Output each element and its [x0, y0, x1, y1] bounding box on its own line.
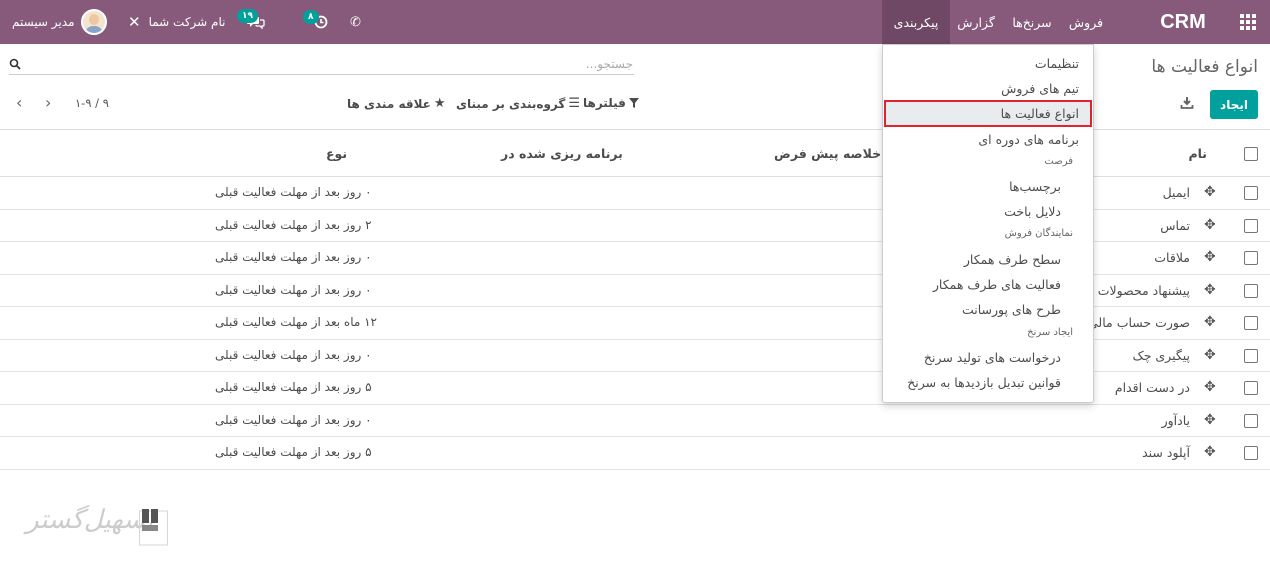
favorites-label: علاقه مندی ها: [347, 96, 431, 111]
row-name: صورت حساب مالی: [1087, 315, 1190, 330]
row-planned-delay: ۰ روز بعد از مهلت فعالیت قبلی: [215, 250, 372, 264]
menu-item-activity-types[interactable]: انواع فعالیت ها: [1001, 106, 1079, 121]
column-header-name[interactable]: نام: [1188, 146, 1207, 161]
menu-header-opportunity: فرصت: [1044, 156, 1073, 167]
configuration-dropdown: تنظیمات تیم های فروش انواع فعالیت ها برن…: [882, 44, 1094, 403]
menu-item-settings[interactable]: تنظیمات: [1035, 56, 1079, 71]
row-name: آپلود سند: [1142, 445, 1190, 460]
row-name: تماس: [1160, 217, 1190, 233]
row-planned-delay: ۰ روز بعد از مهلت فعالیت قبلی: [215, 185, 372, 199]
row-name: پیشنهاد محصولات ج: [1085, 282, 1190, 298]
search-box: [9, 53, 634, 75]
create-button[interactable]: ایجاد: [1210, 90, 1258, 119]
menu-item-visitor-to-lead-rules[interactable]: قوانین تبدیل بازدیدها به سرنخ: [907, 375, 1061, 390]
row-planned-delay: ۱۲ ماه بعد از مهلت فعالیت قبلی: [215, 315, 377, 329]
drag-handle-icon[interactable]: ✥: [1204, 314, 1216, 330]
search-icon[interactable]: [9, 58, 21, 70]
row-name: یادآور: [1161, 412, 1190, 428]
row-planned-delay: ۰ روز بعد از مهلت فعالیت قبلی: [215, 282, 372, 297]
chevron-right-icon[interactable]: ›: [45, 93, 51, 112]
select-all-checkbox[interactable]: [1244, 147, 1258, 161]
row-checkbox[interactable]: [1244, 446, 1258, 460]
groupby-label: گروه‌بندی بر مبنای: [456, 96, 566, 111]
row-name: ایمیل: [1162, 185, 1190, 200]
menu-item-recurring-plans[interactable]: برنامه های دوره ای: [978, 132, 1079, 147]
row-planned-delay: ۰ روز بعد از مهلت فعالیت قبلی: [215, 347, 372, 362]
menu-item-lost-reasons[interactable]: دلایل باخت: [1004, 204, 1061, 219]
star-icon: ★: [433, 96, 446, 111]
menu-item-tags[interactable]: برچسب‌ها: [1009, 179, 1061, 194]
row-checkbox[interactable]: [1244, 348, 1258, 363]
table-row[interactable]: ✥ یادآور ۰ روز بعد از مهلت فعالیت قبلی: [0, 405, 1270, 437]
drag-handle-icon[interactable]: ✥: [1204, 412, 1216, 428]
row-checkbox[interactable]: [1244, 218, 1258, 233]
messages-badge: ۱۹: [237, 9, 258, 23]
filters-label: فیلترها: [583, 96, 626, 110]
drag-handle-icon[interactable]: ✥: [1204, 282, 1216, 298]
menu-item-sales-teams[interactable]: تیم های فروش: [1001, 81, 1079, 96]
row-checkbox[interactable]: [1244, 251, 1258, 265]
menu-header-sales-reps: نمایندگان فروش: [1004, 228, 1073, 239]
app-brand[interactable]: CRM: [1150, 0, 1216, 44]
favorites-button[interactable]: علاقه مندی ها ★: [347, 96, 446, 111]
groupby-button[interactable]: گروه‌بندی بر مبنای ☰: [456, 96, 580, 111]
chevron-left-icon[interactable]: ‹: [16, 93, 22, 112]
row-planned-delay: ۵ روز بعد از مهلت فعالیت قبلی: [215, 445, 372, 459]
row-name: ملاقات: [1154, 250, 1190, 265]
menu-leads[interactable]: سرنخ‌ها: [1005, 0, 1059, 44]
activities-badge: ۸: [303, 10, 319, 24]
column-header-summary[interactable]: خلاصه پیش فرض: [774, 146, 881, 161]
column-header-planned[interactable]: برنامه ریزی شده در: [501, 146, 623, 161]
row-checkbox[interactable]: [1244, 316, 1258, 330]
phone-icon[interactable]: ✆: [350, 0, 361, 44]
menu-item-partner-activities[interactable]: فعالیت های طرف همکار: [933, 277, 1061, 292]
row-checkbox[interactable]: [1244, 283, 1258, 298]
menu-item-partner-levels[interactable]: سطح طرف همکار: [964, 252, 1061, 267]
row-checkbox[interactable]: [1244, 413, 1258, 428]
drag-handle-icon[interactable]: ✥: [1204, 217, 1216, 233]
menu-header-lead-generation: ایجاد سرنخ: [1027, 327, 1073, 338]
company-switcher[interactable]: ✕ نام شرکت شما: [128, 0, 225, 44]
avatar: [80, 9, 107, 35]
page-title: انواع فعالیت ها: [1151, 57, 1258, 77]
menu-configuration[interactable]: پیکربندی: [882, 0, 950, 44]
watermark: تسهیل‌گستر: [26, 505, 171, 551]
top-navbar: CRM فروش سرنخ‌ها گزارش پیکربندی مدیر سیس…: [0, 0, 1270, 44]
watermark-logo-icon: [139, 509, 168, 546]
drag-handle-icon[interactable]: ✥: [1204, 347, 1216, 363]
drag-handle-icon[interactable]: ✥: [1204, 444, 1216, 460]
user-name: مدیر سیستم: [12, 15, 75, 29]
row-name: پیگیری چک: [1132, 347, 1191, 363]
drag-handle-icon[interactable]: ✥: [1204, 249, 1216, 265]
company-name: نام شرکت شما: [148, 15, 226, 29]
activities-button[interactable]: ۸: [303, 0, 328, 44]
row-name: در دست اقدام: [1114, 380, 1190, 395]
table-row[interactable]: ✥ آپلود سند ۵ روز بعد از مهلت فعالیت قبلی: [0, 437, 1270, 470]
menu-item-commission-plans[interactable]: طرح های پورسانت: [962, 302, 1061, 317]
row-checkbox[interactable]: [1244, 186, 1258, 200]
user-menu[interactable]: مدیر سیستم: [12, 0, 107, 44]
menu-reporting[interactable]: گزارش: [952, 0, 1000, 44]
filters-button[interactable]: فیلترها: [583, 96, 639, 110]
drag-handle-icon[interactable]: ✥: [1204, 379, 1216, 395]
row-planned-delay: ۵ روز بعد از مهلت فعالیت قبلی: [215, 380, 372, 394]
drag-handle-icon[interactable]: ✥: [1204, 184, 1216, 200]
list-icon: ☰: [568, 96, 581, 111]
filter-icon: [628, 98, 639, 108]
row-planned-delay: ۰ روز بعد از مهلت فعالیت قبلی: [215, 412, 372, 427]
menu-sales[interactable]: فروش: [1062, 0, 1110, 44]
row-checkbox[interactable]: [1244, 381, 1258, 395]
search-input[interactable]: [23, 53, 633, 75]
watermark-text: تسهیل‌گستر: [26, 505, 154, 535]
column-header-type[interactable]: نوع: [326, 146, 347, 161]
tools-icon: ✕: [128, 13, 141, 31]
menu-item-lead-mining-requests[interactable]: درخواست های تولید سرنخ: [924, 350, 1061, 365]
apps-menu-icon[interactable]: [1238, 0, 1258, 44]
row-planned-delay: ۲ روز بعد از مهلت فعالیت قبلی: [215, 217, 372, 232]
pager-value[interactable]: ۱-۹ / ۹: [75, 96, 109, 110]
download-icon[interactable]: [1180, 96, 1194, 110]
activity-menu[interactable]: ۱۹: [237, 0, 290, 44]
